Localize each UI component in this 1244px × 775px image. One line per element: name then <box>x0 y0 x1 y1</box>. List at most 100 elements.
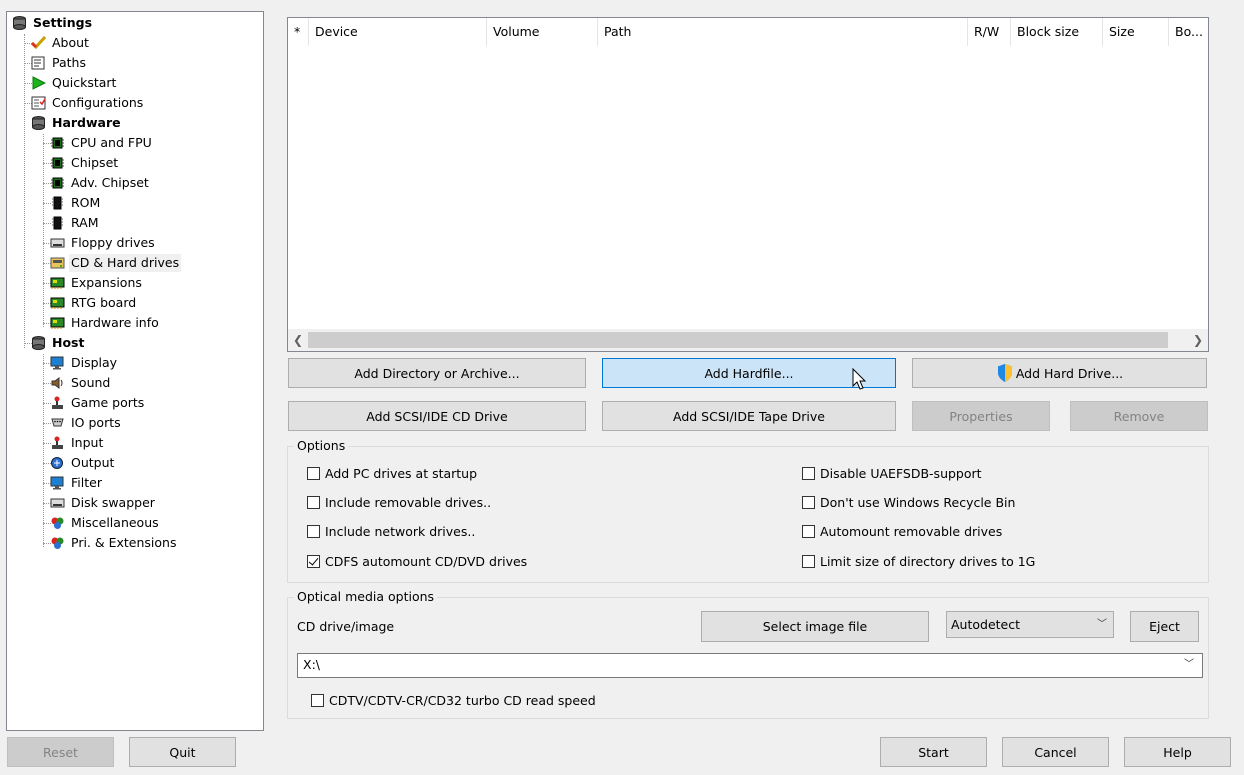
tree-item-label: CD & Hard drives <box>69 254 182 272</box>
drive-list[interactable]: * Device Volume Path R/W Block size Size… <box>287 17 1209 352</box>
tree-item-label: Quickstart <box>52 75 117 90</box>
floppy-icon <box>50 236 65 250</box>
checkbox-label: Automount removable drives <box>820 524 1003 539</box>
chevron-down-icon[interactable]: ﹀ <box>1184 654 1194 676</box>
tree-item-label: CPU and FPU <box>71 135 152 150</box>
scroll-left-icon[interactable]: ❮ <box>290 332 306 348</box>
column-header-boot[interactable]: Bo... <box>1169 18 1208 46</box>
start-button[interactable]: Start <box>880 737 987 767</box>
tree-item-label: Disk swapper <box>71 495 155 510</box>
tree-item-label: Miscellaneous <box>71 515 159 530</box>
cd-path-combo[interactable]: X:\ ﹀ <box>297 653 1203 678</box>
expansion-card-icon <box>50 296 65 310</box>
column-header-path[interactable]: Path <box>598 18 968 46</box>
help-button[interactable]: Help <box>1124 737 1231 767</box>
checkbox-box[interactable] <box>802 467 815 480</box>
add-cd-drive-button[interactable]: Add SCSI/IDE CD Drive <box>288 401 586 431</box>
checkbox-box[interactable] <box>311 694 324 707</box>
joystick-icon <box>50 436 65 450</box>
check-icon <box>30 35 47 50</box>
add-hard-drive-label: Add Hard Drive... <box>1015 365 1124 381</box>
monitor-icon <box>50 476 65 490</box>
add-hard-drive-button[interactable]: Add Hard Drive... <box>912 358 1207 388</box>
chevron-down-icon: ﹀ <box>1097 619 1107 630</box>
tree-item-label: Chipset <box>71 155 119 170</box>
tree-item-label: Paths <box>52 55 86 70</box>
tree-item-label: Adv. Chipset <box>71 175 149 190</box>
add-tape-drive-button[interactable]: Add SCSI/IDE Tape Drive <box>602 401 896 431</box>
cd-mode-select[interactable]: Autodetect ﹀ <box>946 611 1114 638</box>
monitor-icon <box>50 356 65 370</box>
horizontal-scrollbar[interactable]: ❮ ❯ <box>288 329 1208 351</box>
cancel-button[interactable]: Cancel <box>1002 737 1109 767</box>
scroll-right-icon[interactable]: ❯ <box>1190 332 1206 348</box>
tree-item-label: Sound <box>71 375 111 390</box>
expansion-card-icon <box>50 276 65 290</box>
eject-button[interactable]: Eject <box>1130 611 1199 642</box>
tree-item-label: Floppy drives <box>71 235 155 250</box>
harddrive-icon <box>50 256 65 270</box>
column-header-volume[interactable]: Volume <box>487 18 598 46</box>
tree-item-label: Output <box>71 455 115 470</box>
properties-button[interactable]: Properties <box>912 401 1050 431</box>
tree-group-label: Host <box>52 335 85 350</box>
chip-icon <box>50 176 65 190</box>
speaker-icon <box>50 376 65 390</box>
checkbox-box[interactable] <box>802 496 815 509</box>
tree-item-label: Display <box>71 355 118 370</box>
column-header-rw[interactable]: R/W <box>968 18 1011 46</box>
tree-item-label: Configurations <box>52 95 144 110</box>
checkbox-label: Add PC drives at startup <box>325 466 478 481</box>
tree-item-label: About <box>52 35 89 50</box>
tree-root-label: Settings <box>33 15 93 30</box>
chip-icon <box>50 156 65 170</box>
add-directory-button[interactable]: Add Directory or Archive... <box>288 358 586 388</box>
checkbox-box[interactable] <box>802 555 815 568</box>
play-icon <box>31 76 47 90</box>
reset-button[interactable]: Reset <box>7 737 114 767</box>
checkbox-box[interactable] <box>307 496 320 509</box>
cd-path-value: X:\ <box>303 657 320 672</box>
checkbox-label: Include network drives.. <box>325 524 476 539</box>
expansion-card-icon <box>50 316 65 330</box>
checkbox-box[interactable] <box>802 525 815 538</box>
tree-item-label: Input <box>71 435 104 450</box>
checkbox-box[interactable] <box>307 525 320 538</box>
checkbox-box[interactable] <box>307 467 320 480</box>
checkbox-label: Don't use Windows Recycle Bin <box>820 495 1016 510</box>
cd-drive-label: CD drive/image <box>297 619 395 634</box>
select-image-button[interactable]: Select image file <box>701 611 929 642</box>
checkbox-label: Disable UAEFSDB-support <box>820 466 982 481</box>
tree-group-label: Hardware <box>52 115 121 130</box>
quit-button[interactable]: Quit <box>129 737 236 767</box>
checkbox-label: CDTV/CDTV-CR/CD32 turbo CD read speed <box>329 693 596 708</box>
column-header-size[interactable]: Size <box>1103 18 1169 46</box>
tree-item-label: Filter <box>71 475 102 490</box>
database-icon <box>31 116 46 130</box>
database-icon <box>31 336 46 350</box>
column-header-block-size[interactable]: Block size <box>1011 18 1103 46</box>
checkbox-box[interactable] <box>307 555 320 568</box>
config-icon <box>31 96 46 110</box>
database-icon <box>12 16 27 30</box>
column-header-star[interactable]: * <box>288 18 309 46</box>
checkbox-label: CDFS automount CD/DVD drives <box>325 554 528 569</box>
tree-item-label: RAM <box>71 215 99 230</box>
tree-item-label: IO ports <box>71 415 121 430</box>
rom-icon <box>50 196 65 210</box>
scrollbar-thumb[interactable] <box>308 332 1168 348</box>
joystick-icon <box>50 396 65 410</box>
cd-mode-value: Autodetect <box>951 617 1021 632</box>
misc-icon <box>50 516 65 530</box>
paths-icon <box>31 56 46 70</box>
uac-shield-icon <box>996 363 1014 383</box>
remove-button[interactable]: Remove <box>1070 401 1208 431</box>
optical-media-title: Optical media options <box>294 589 438 605</box>
misc-icon <box>50 536 65 550</box>
options-title: Options <box>294 438 349 454</box>
io-port-icon <box>50 416 65 430</box>
tree-item-label: RTG board <box>71 295 137 310</box>
settings-tree[interactable]: Settings About Paths Quickstart Configur… <box>6 11 264 731</box>
mouse-cursor-icon <box>852 367 868 392</box>
column-header-device[interactable]: Device <box>309 18 487 46</box>
